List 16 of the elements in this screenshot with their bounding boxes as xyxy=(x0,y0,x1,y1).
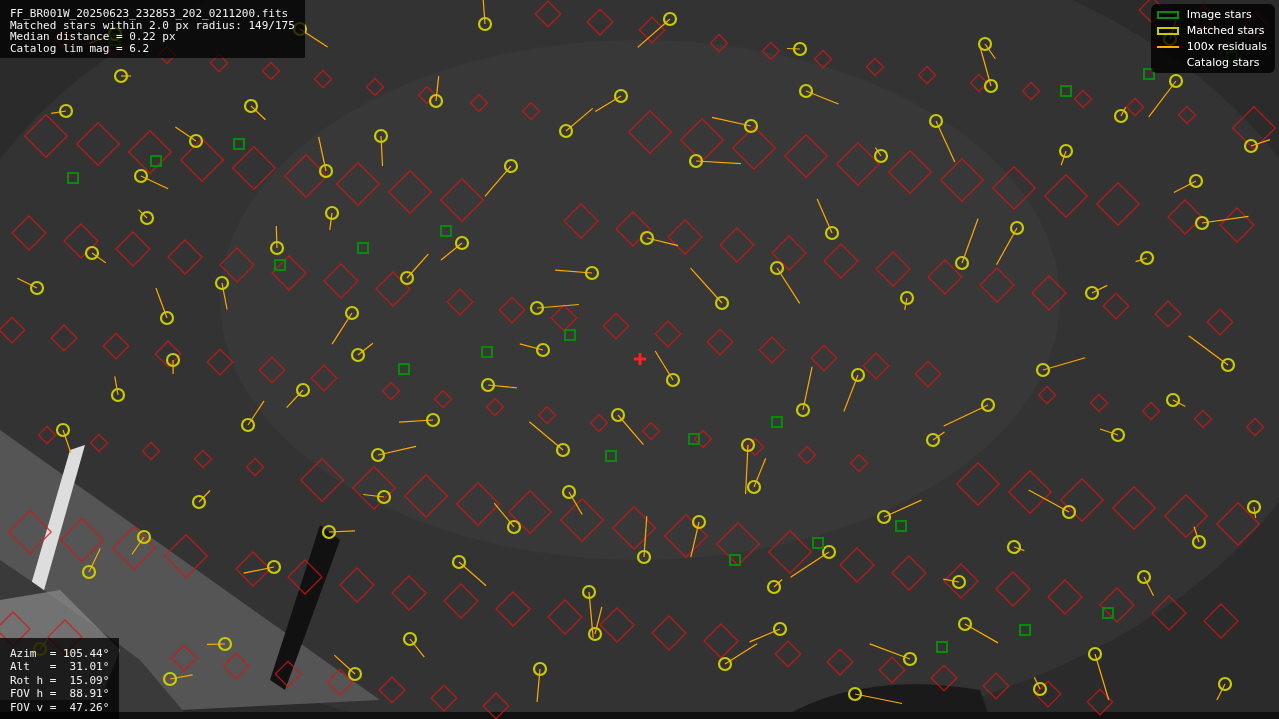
pointing-text: FOV v = 47.26° xyxy=(10,701,110,713)
legend-label: Image stars xyxy=(1186,8,1252,21)
legend-label: Matched stars xyxy=(1186,24,1265,37)
legend-label: 100x residuals xyxy=(1186,40,1267,53)
pointing-text: Azim = 105.44° xyxy=(10,647,110,659)
info-text: Matched stars within 2.0 px radius: 149/175 xyxy=(10,19,295,31)
pointing-text: FOV h = 88.91° xyxy=(10,688,110,700)
legend-label: Catalog stars xyxy=(1186,56,1260,69)
legend-swatch-icon xyxy=(1156,26,1179,35)
pointing-text: Rot h = 15.09° xyxy=(10,674,110,686)
info-text: FF_BR001W_20250623_232853_202_0211200.fits xyxy=(10,8,290,20)
info-text: Catalog lim mag = 6.2 xyxy=(10,42,151,54)
legend-swatch-icon xyxy=(1156,10,1179,19)
pointing-text: Alt = 31.01° xyxy=(10,661,110,673)
legend-line-icon xyxy=(1156,45,1179,48)
info-text: Median distance = 0.22 px xyxy=(10,31,176,43)
